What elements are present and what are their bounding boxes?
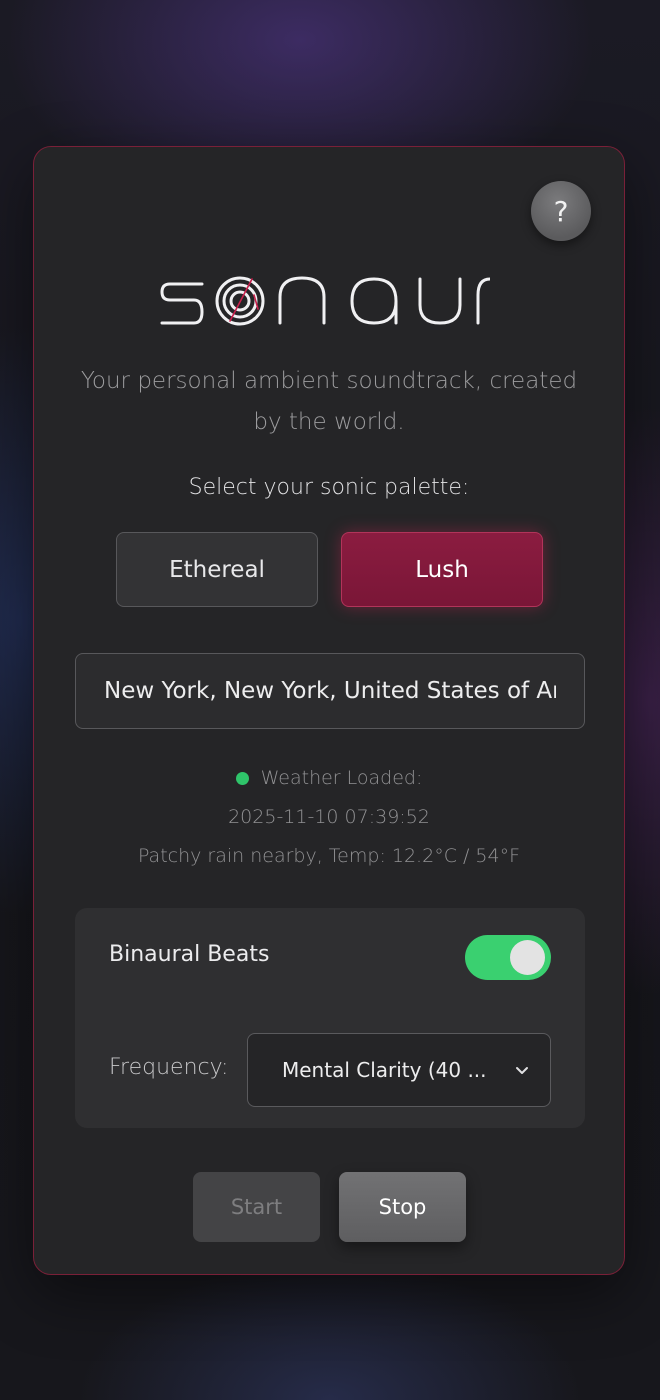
weather-timestamp: 2025-11-10 07:39:52 <box>228 806 430 828</box>
weather-status-line: Weather Loaded: <box>74 759 584 798</box>
help-icon: ? <box>553 194 569 228</box>
chevron-down-icon <box>516 1067 528 1074</box>
tagline: Your personal ambient soundtrack, create… <box>80 368 578 435</box>
weather-info: Weather Loaded: 2025-11-10 07:39:52 Patc… <box>74 759 584 876</box>
start-button[interactable]: Start <box>193 1172 320 1242</box>
stop-button[interactable]: Stop <box>339 1172 466 1242</box>
main-panel: ? sonaur <box>33 146 625 1275</box>
binaural-toggle[interactable] <box>465 935 551 980</box>
frequency-label: Frequency: <box>109 1055 229 1080</box>
logo-wordmark <box>160 276 492 326</box>
weather-summary: Patchy rain nearby, Temp: 12.2°C / 54°F <box>137 845 521 867</box>
location-input[interactable] <box>75 653 585 729</box>
palette-lush-button[interactable]: Lush <box>341 532 543 607</box>
palette-ethereal-button[interactable]: Ethereal <box>116 532 318 607</box>
weather-status: Weather Loaded: <box>260 767 423 789</box>
binaural-label: Binaural Beats <box>109 942 270 967</box>
help-button[interactable]: ? <box>531 181 591 241</box>
palette-heading: Select your sonic palette: <box>188 475 470 500</box>
binaural-panel: Binaural Beats Frequency: Mental Clarity… <box>75 908 585 1128</box>
frequency-value: Mental Clarity (40 ... <box>282 1058 487 1082</box>
frequency-select[interactable]: Mental Clarity (40 ... <box>247 1033 551 1107</box>
app-logo: sonaur <box>160 273 492 333</box>
toggle-knob <box>510 940 545 975</box>
status-indicator-icon <box>235 772 249 785</box>
